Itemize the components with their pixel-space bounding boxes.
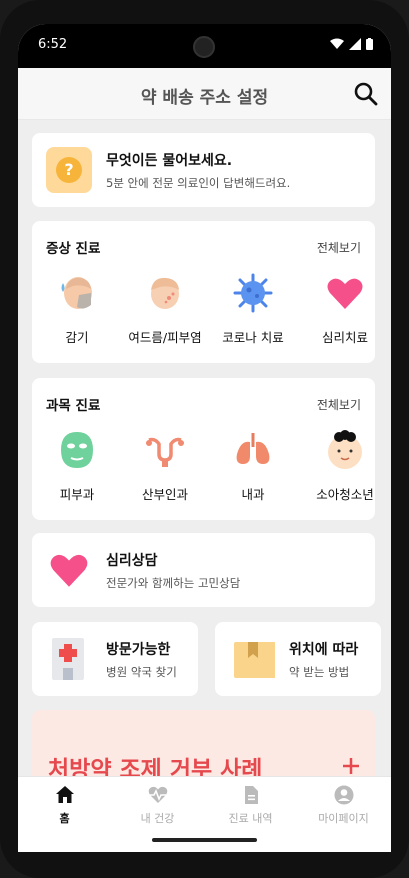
uterus-icon — [146, 437, 184, 467]
find-hospital-title: 방문가능한 — [106, 642, 171, 658]
home-icon — [56, 786, 74, 803]
banner-title: 처방약 조제 거부 사례 — [48, 757, 263, 776]
heartbeat-icon — [148, 786, 168, 803]
home-content[interactable]: ? 무엇이든 물어보세요. 5분 안에 전문 의료인이 답변해드려요. 증상 진… — [18, 120, 391, 776]
counseling-card[interactable]: 심리상담 전문가와 함께하는 고민상담 — [32, 533, 375, 607]
face-mask-icon — [61, 432, 93, 468]
delivery-method-card[interactable]: 위치에 따라 약 받는 방법 — [215, 622, 381, 696]
question-mark: ? — [56, 157, 82, 183]
find-hospital-subtitle: 병원 약국 찾기 — [106, 665, 177, 679]
nav-home[interactable]: 홈 — [18, 777, 111, 833]
delivery-address-title[interactable]: 약 배송 주소 설정 — [18, 83, 391, 108]
wifi-icon — [330, 38, 344, 49]
signal-icon — [349, 38, 361, 50]
nav-label: 내 건강 — [140, 812, 175, 825]
app-bar: 약 배송 주소 설정 — [18, 68, 391, 120]
delivery-method-subtitle: 약 받는 방법 — [289, 665, 350, 679]
department-item-dermatology[interactable]: 피부과 — [34, 430, 120, 510]
status-time: 6:52 — [38, 37, 68, 52]
search-icon[interactable] — [353, 81, 379, 107]
battery-icon — [366, 38, 373, 50]
heart-icon — [50, 554, 88, 587]
ask-question-card[interactable]: ? 무엇이든 물어보세요. 5분 안에 전문 의료인이 답변해드려요. — [32, 133, 375, 207]
symptom-item-cold[interactable]: 감기 — [34, 273, 120, 353]
symptom-section: 증상 진료 전체보기 감기 여드름/피부염 코로나 치료 심리치료 — [32, 221, 375, 363]
nav-my-health[interactable]: 내 건강 — [111, 777, 204, 833]
phone-frame: 6:52 약 배송 주소 설정 ? 무엇이든 물어보세요. 5분 안에 전문 의 — [0, 0, 409, 878]
section-title: 증상 진료 — [46, 241, 101, 257]
find-hospital-card[interactable]: 방문가능한 병원 약국 찾기 — [32, 622, 198, 696]
bottom-navigation: 홈 내 건강 진료 내역 마이페이지 — [18, 776, 391, 832]
acne-face-icon — [151, 277, 179, 309]
symptom-item-label: 코로나 치료 — [222, 330, 284, 345]
department-item-label: 내과 — [241, 487, 265, 502]
see-all-link[interactable]: 전체보기 — [317, 396, 361, 413]
lungs-icon — [236, 433, 270, 464]
section-title: 과목 진료 — [46, 398, 101, 414]
ask-subtitle: 5분 안에 전문 의료인이 답변해드려요. — [106, 176, 291, 190]
counseling-subtitle: 전문가와 함께하는 고민상담 — [106, 576, 241, 590]
home-gesture-bar[interactable] — [152, 838, 257, 842]
delivery-method-title: 위치에 따라 — [289, 642, 359, 658]
nav-label: 진료 내역 — [228, 812, 273, 825]
department-item-obgyn[interactable]: 산부인과 — [122, 430, 208, 510]
department-item-pediatrics[interactable]: 소아청소년 — [302, 430, 388, 510]
nav-history[interactable]: 진료 내역 — [204, 777, 297, 833]
heart-icon — [327, 278, 363, 309]
account-icon — [334, 785, 354, 805]
nav-label: 홈 — [59, 812, 70, 825]
cold-face-icon — [61, 277, 92, 309]
nav-mypage[interactable]: 마이페이지 — [297, 777, 390, 833]
symptom-item-therapy[interactable]: 심리치료 — [302, 273, 388, 353]
department-section: 과목 진료 전체보기 피부과 산부인과 내과 소아청소년 — [32, 378, 375, 520]
see-all-link[interactable]: 전체보기 — [317, 239, 361, 256]
symptom-item-covid[interactable]: 코로나 치료 — [210, 273, 296, 353]
department-item-internal[interactable]: 내과 — [210, 430, 296, 510]
child-face-icon — [328, 430, 362, 469]
counseling-title: 심리상담 — [106, 553, 158, 569]
symptom-item-label: 심리치료 — [321, 330, 368, 345]
department-item-label: 소아청소년 — [316, 487, 374, 502]
document-icon — [245, 786, 258, 804]
question-icon: ? — [46, 147, 92, 193]
hospital-icon — [52, 638, 84, 680]
nav-label: 마이페이지 — [318, 812, 369, 825]
symptom-item-acne[interactable]: 여드름/피부염 — [122, 273, 208, 353]
status-bar: 6:52 — [18, 24, 391, 68]
front-camera — [193, 36, 215, 58]
app-screen: 6:52 약 배송 주소 설정 ? 무엇이든 물어보세요. 5분 안에 전문 의 — [18, 24, 391, 852]
status-icons — [330, 38, 373, 50]
ask-title: 무엇이든 물어보세요. — [106, 153, 233, 169]
virus-icon — [233, 273, 273, 313]
banner-decoration-icon — [343, 758, 359, 774]
gesture-area — [18, 832, 391, 852]
package-box-icon — [234, 642, 275, 678]
promo-banner[interactable]: 처방약 조제 거부 사례 — [32, 710, 375, 776]
